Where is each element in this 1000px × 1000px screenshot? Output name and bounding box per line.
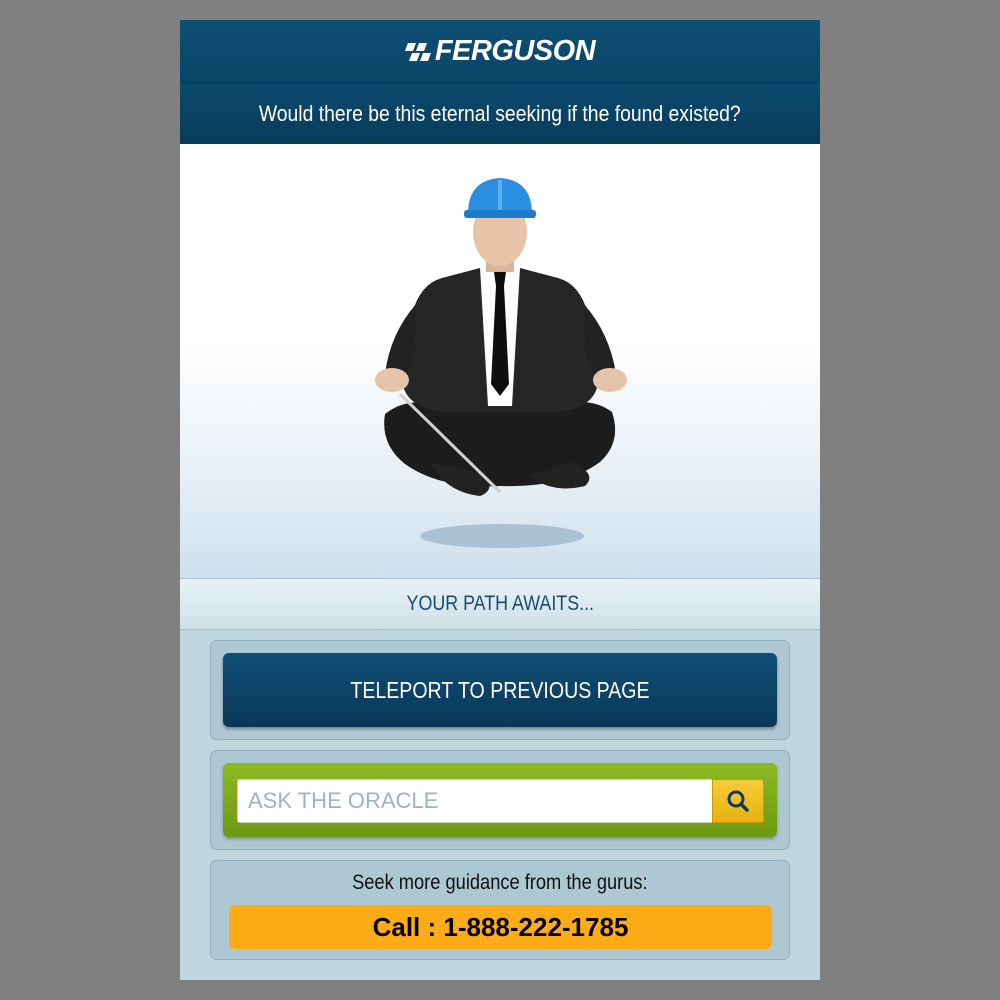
hard-hat-brim: [464, 210, 536, 218]
search-icon: [727, 790, 749, 812]
ferguson-logo-icon: [404, 42, 431, 61]
brand-name: FERGUSON: [434, 35, 596, 67]
teleport-button-label: TELEPORT TO PREVIOUS PAGE: [350, 676, 650, 703]
right-hand: [593, 368, 627, 392]
shadow: [420, 524, 584, 548]
guidance-label: Seek more guidance from the gurus:: [352, 871, 648, 894]
meditating-man-illustration: [375, 178, 627, 548]
teleport-button[interactable]: TELEPORT TO PREVIOUS PAGE: [223, 653, 777, 727]
guidance-text: Seek more guidance from the gurus:: [211, 871, 789, 895]
search-bar: [223, 763, 777, 837]
path-label: YOUR PATH AWAITS...: [406, 592, 594, 615]
search-input[interactable]: [237, 779, 712, 823]
error-page-card: FERGUSON Would there be this eternal see…: [180, 20, 820, 980]
hard-hat-ridge: [498, 180, 502, 210]
search-button[interactable]: [712, 779, 764, 823]
left-hand: [375, 368, 409, 392]
page-question: Would there be this eternal seeking if t…: [259, 101, 741, 126]
question-bar: Would there be this eternal seeking if t…: [180, 84, 820, 144]
ferguson-logo[interactable]: FERGUSON: [404, 35, 596, 68]
search-panel: [210, 750, 790, 850]
contact-panel: Seek more guidance from the gurus: Call …: [210, 860, 790, 960]
call-button[interactable]: Call : 1-888-222-1785: [229, 905, 772, 949]
logo-bar: FERGUSON: [180, 20, 820, 84]
teleport-panel: TELEPORT TO PREVIOUS PAGE: [210, 640, 790, 740]
path-banner: YOUR PATH AWAITS...: [180, 578, 820, 630]
hero-image: [180, 144, 820, 578]
